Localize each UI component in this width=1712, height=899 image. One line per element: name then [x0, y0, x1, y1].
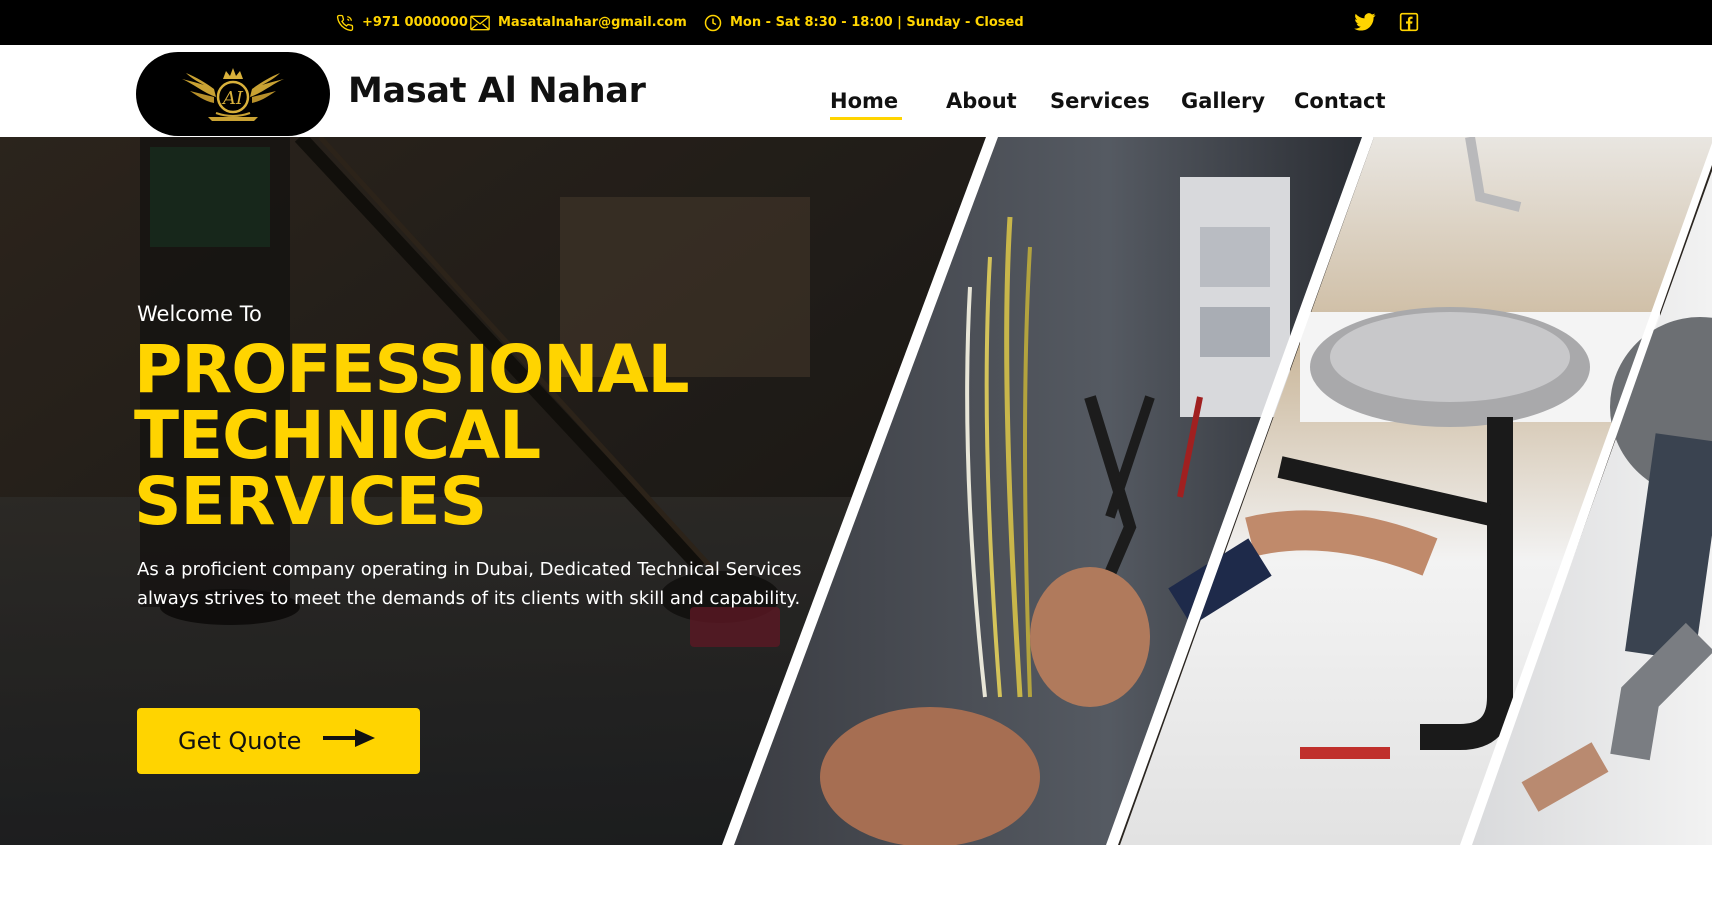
envelope-icon [470, 15, 490, 31]
facebook-icon[interactable] [1398, 11, 1420, 33]
site-header: AI Masat Al Nahar Home About Services Ga… [0, 45, 1712, 137]
topbar-phone[interactable]: +971 0000000 [336, 0, 468, 45]
phone-text: +971 0000000 [362, 15, 468, 30]
hours-text: Mon - Sat 8:30 - 18:00 | Sunday - Closed [730, 15, 1024, 30]
nav-home-label: Home [830, 89, 899, 113]
nav-services[interactable]: Services [1050, 89, 1150, 113]
svg-text:AI: AI [221, 88, 244, 109]
get-quote-button[interactable]: Get Quote [137, 708, 420, 774]
nav-home[interactable]: Home [830, 89, 903, 120]
brand-name: Masat Al Nahar [348, 71, 646, 111]
arrow-right-icon [323, 727, 376, 755]
top-bar: +971 0000000 Masatalnahar@gmail.com Mon … [0, 0, 1712, 45]
get-quote-label: Get Quote [178, 727, 302, 755]
clock-icon [704, 14, 722, 32]
headline-line-3: SERVICES [134, 463, 487, 540]
logo[interactable]: AI [136, 52, 330, 136]
nav-gallery[interactable]: Gallery [1181, 89, 1265, 113]
twitter-icon[interactable] [1354, 11, 1376, 33]
email-text: Masatalnahar@gmail.com [498, 15, 687, 30]
active-indicator [830, 117, 903, 120]
hero-welcome-text: Welcome To [137, 302, 262, 326]
headline-line-1: PROFESSIONAL [134, 331, 690, 408]
logo-emblem-icon: AI [182, 68, 284, 121]
hero-headline: PROFESSIONAL TECHNICAL SERVICES [134, 331, 690, 540]
topbar-hours: Mon - Sat 8:30 - 18:00 | Sunday - Closed [704, 0, 1024, 45]
topbar-email[interactable]: Masatalnahar@gmail.com [470, 0, 687, 45]
headline-line-2: TECHNICAL [134, 397, 541, 474]
phone-icon [336, 14, 354, 32]
nav-contact[interactable]: Contact [1294, 89, 1386, 113]
hero-section: Welcome To PROFESSIONAL TECHNICAL SERVIC… [0, 137, 1712, 845]
hero-description: As a proficient company operating in Dub… [137, 559, 802, 609]
nav-about[interactable]: About [946, 89, 1017, 113]
